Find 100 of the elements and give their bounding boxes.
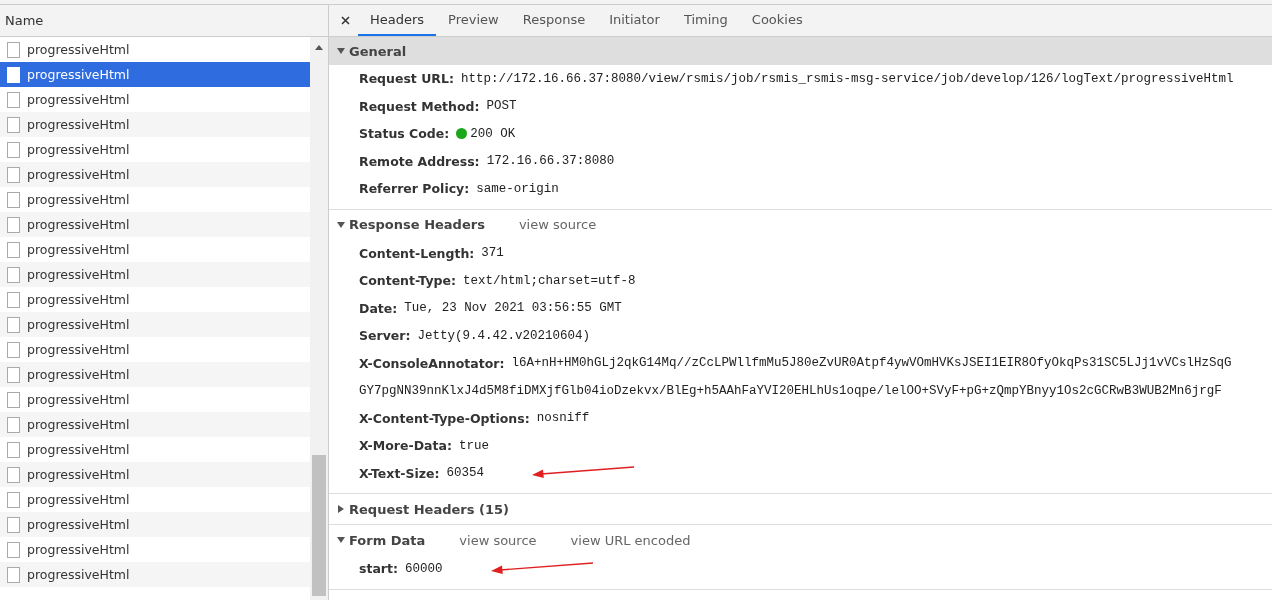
header-value: text/html;charset=utf-8 <box>462 273 636 288</box>
header-value: Tue, 23 Nov 2021 03:56:55 GMT <box>404 301 622 316</box>
header-value: 60000 <box>405 561 443 576</box>
scroll-up-icon[interactable] <box>315 45 323 50</box>
document-icon <box>7 266 20 283</box>
document-icon <box>7 241 20 258</box>
document-icon <box>7 216 20 233</box>
collapse-triangle-icon <box>337 220 345 229</box>
document-icon <box>7 441 20 458</box>
request-row[interactable]: progressiveHtml <box>0 462 310 487</box>
header-value: l6A+nH+HM0hGLj2qkG14Mq//zCcLPWllfmMu5J80eZvUR0Atpf4ywVOmHVKsJSEI1EIR8OfyOkqPs31SC5LJj1vVCslHzSqG <box>511 356 1232 371</box>
tab[interactable]: Cookies <box>739 5 815 36</box>
document-icon <box>7 141 20 158</box>
header-value: GY7pgNN39nnKlxJ4d5M8fiDMXjfGlb04ioDzekvx/BlEg+h5AAhFaYVI20EHLhUs1oqpe/lelOO+SVyF+pG+zQmpYBnyy1Os2cGCRwB3WUB2Mn6jrgF <box>359 383 1222 398</box>
section-toggle[interactable]: General <box>337 43 407 59</box>
header-value: http://172.16.66.37:8080/view/rsmis/job/rsmis_rsmis-msg-service/job/develop/126/logText/progressiveHtml <box>460 71 1234 86</box>
request-name: progressiveHtml <box>27 242 130 257</box>
header-name: Remote Address: <box>359 153 480 169</box>
document-icon <box>7 466 20 483</box>
header-name: X-ConsoleAnnotator: <box>359 355 505 371</box>
request-row[interactable]: progressiveHtml <box>0 512 310 537</box>
header-value: 60354 <box>446 466 485 481</box>
header-name: start: <box>359 561 398 577</box>
header-name: X-Text-Size: <box>359 465 440 481</box>
request-name: progressiveHtml <box>27 442 130 457</box>
header-name: Server: <box>359 328 411 344</box>
document-icon <box>7 491 20 508</box>
request-row[interactable]: progressiveHtml <box>0 312 310 337</box>
header-name: X-More-Data: <box>359 438 452 454</box>
document-icon <box>7 191 20 208</box>
document-icon <box>7 341 20 358</box>
request-name: progressiveHtml <box>27 267 130 282</box>
collapse-triangle-icon <box>337 47 345 55</box>
document-icon <box>7 516 20 533</box>
header-value: true <box>458 438 489 453</box>
view-link[interactable]: view URL encoded <box>570 532 691 548</box>
document-icon <box>7 391 20 408</box>
scrollbar[interactable] <box>310 37 328 600</box>
request-name: progressiveHtml <box>27 292 130 307</box>
header-value: Jetty(9.4.42.v20210604) <box>417 328 590 343</box>
header-value: 172.16.66.37:8080 <box>486 154 615 169</box>
header-name: Referrer Policy: <box>359 181 470 197</box>
document-icon <box>7 366 20 383</box>
header-value: nosniff <box>536 411 590 426</box>
document-icon <box>7 66 20 83</box>
document-icon <box>7 541 20 558</box>
request-name: progressiveHtml <box>27 392 130 407</box>
document-icon <box>7 416 20 433</box>
request-name: progressiveHtml <box>27 217 130 232</box>
request-name: progressiveHtml <box>27 142 130 157</box>
request-row[interactable]: progressiveHtml <box>0 112 310 137</box>
header-name: X-Content-Type-Options: <box>359 410 530 426</box>
section-toggle[interactable]: Response Headers <box>337 217 485 232</box>
request-row[interactable]: progressiveHtml <box>0 412 310 437</box>
view-link[interactable]: view source <box>459 532 537 548</box>
section-toggle[interactable]: Request Headers (15) <box>337 501 509 517</box>
request-row[interactable]: progressiveHtml <box>0 362 310 387</box>
header-value: same-origin <box>476 181 559 196</box>
document-icon <box>7 316 20 333</box>
header-name: Request Method: <box>359 98 480 114</box>
tab[interactable]: Timing <box>671 5 740 36</box>
document-icon <box>7 566 20 583</box>
request-row[interactable]: progressiveHtml <box>0 212 310 237</box>
header-name: Date: <box>359 300 398 316</box>
request-row[interactable]: progressiveHtml <box>0 162 310 187</box>
request-name: progressiveHtml <box>27 417 130 432</box>
request-row[interactable]: progressiveHtml <box>0 262 310 287</box>
section-toggle[interactable]: Form Data <box>337 532 426 548</box>
header-name: Content-Length: <box>359 245 475 261</box>
request-name: progressiveHtml <box>27 367 130 382</box>
tab[interactable]: Preview <box>436 5 511 36</box>
request-name: progressiveHtml <box>27 567 130 582</box>
collapse-triangle-icon <box>337 536 345 544</box>
request-name: progressiveHtml <box>27 342 130 357</box>
request-name: progressiveHtml <box>27 492 130 507</box>
request-name: progressiveHtml <box>27 167 130 182</box>
request-name: progressiveHtml <box>27 317 130 332</box>
request-name: progressiveHtml <box>27 192 130 207</box>
request-name: progressiveHtml <box>27 517 130 532</box>
expand-triangle-icon <box>337 505 345 513</box>
header-name: Request URL: <box>359 71 454 87</box>
view-link[interactable]: view source <box>518 217 597 232</box>
document-icon <box>7 91 20 108</box>
request-row[interactable]: progressiveHtml <box>0 62 310 87</box>
column-header[interactable]: Name <box>0 5 328 37</box>
header-name: Content-Type: <box>359 273 456 289</box>
document-icon <box>7 116 20 133</box>
document-icon <box>7 166 20 183</box>
header-value: 200 OK <box>470 126 516 141</box>
tab[interactable]: Initiator <box>597 5 672 36</box>
header-value: POST <box>486 99 517 114</box>
request-name: progressiveHtml <box>27 42 130 57</box>
document-icon <box>7 291 20 308</box>
scrollbar-thumb[interactable] <box>312 455 326 596</box>
request-row[interactable]: progressiveHtml <box>0 562 310 587</box>
header-value: 371 <box>481 246 504 261</box>
request-name: progressiveHtml <box>27 467 130 482</box>
document-icon <box>7 41 20 58</box>
tab[interactable]: Response <box>510 5 598 36</box>
request-name: progressiveHtml <box>27 67 130 82</box>
